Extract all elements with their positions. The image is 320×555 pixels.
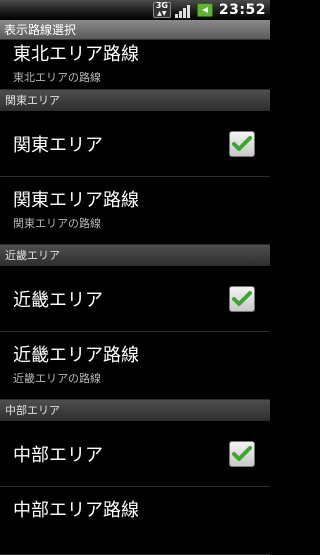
checkmark-icon: [232, 135, 252, 151]
chubu-area-checkbox[interactable]: [229, 440, 255, 467]
list-item-kinki-area[interactable]: 近畿エリア: [0, 266, 270, 332]
battery-charging-icon: [196, 3, 213, 17]
checkmark-icon: [232, 290, 252, 306]
list-item-chubu-area[interactable]: 中部エリア: [0, 421, 270, 487]
list-item-tohoku-routes[interactable]: 東北エリア路線 東北エリアの路線: [0, 40, 270, 90]
list-item-title: 東北エリア路線: [13, 44, 139, 65]
kanto-area-checkbox[interactable]: [229, 130, 255, 157]
list-item-title: 近畿エリア路線: [13, 345, 139, 366]
list-item-subtitle: 近畿エリアの路線: [13, 372, 101, 385]
list-item-kinki-routes[interactable]: 近畿エリア路線 近畿エリアの路線: [0, 332, 270, 400]
section-header-kinki: 近畿エリア: [0, 245, 270, 266]
list-item-chubu-routes[interactable]: 中部エリア路線: [0, 487, 270, 555]
list-item-kanto-routes[interactable]: 関東エリア路線 関東エリアの路線: [0, 177, 270, 245]
list-item-title: 近畿エリア: [13, 289, 103, 311]
list-item-subtitle: 関東エリアの路線: [13, 217, 101, 230]
window-title: 表示路線選択: [0, 20, 270, 40]
list-item-title: 中部エリア路線: [13, 500, 139, 521]
list-item-subtitle: 東北エリアの路線: [13, 71, 101, 84]
list-item-title: 中部エリア: [13, 444, 103, 466]
list-item-kanto-area[interactable]: 関東エリア: [0, 111, 270, 177]
list-item-title: 関東エリア: [13, 134, 103, 156]
section-header-chubu: 中部エリア: [0, 400, 270, 421]
signal-strength-icon: [174, 2, 193, 18]
status-time: 23:52: [218, 2, 266, 18]
network-3g-icon: 3G ▲▼: [152, 2, 171, 18]
section-header-kanto: 関東エリア: [0, 90, 270, 111]
kinki-area-checkbox[interactable]: [229, 285, 255, 312]
list-item-title: 関東エリア路線: [13, 190, 139, 211]
status-bar: 3G ▲▼ 23:52: [0, 0, 270, 20]
route-list[interactable]: 東北エリア路線 東北エリアの路線 関東エリア 関東エリア 関東エリア路線 関東エ…: [0, 40, 270, 555]
checkmark-icon: [232, 445, 252, 461]
